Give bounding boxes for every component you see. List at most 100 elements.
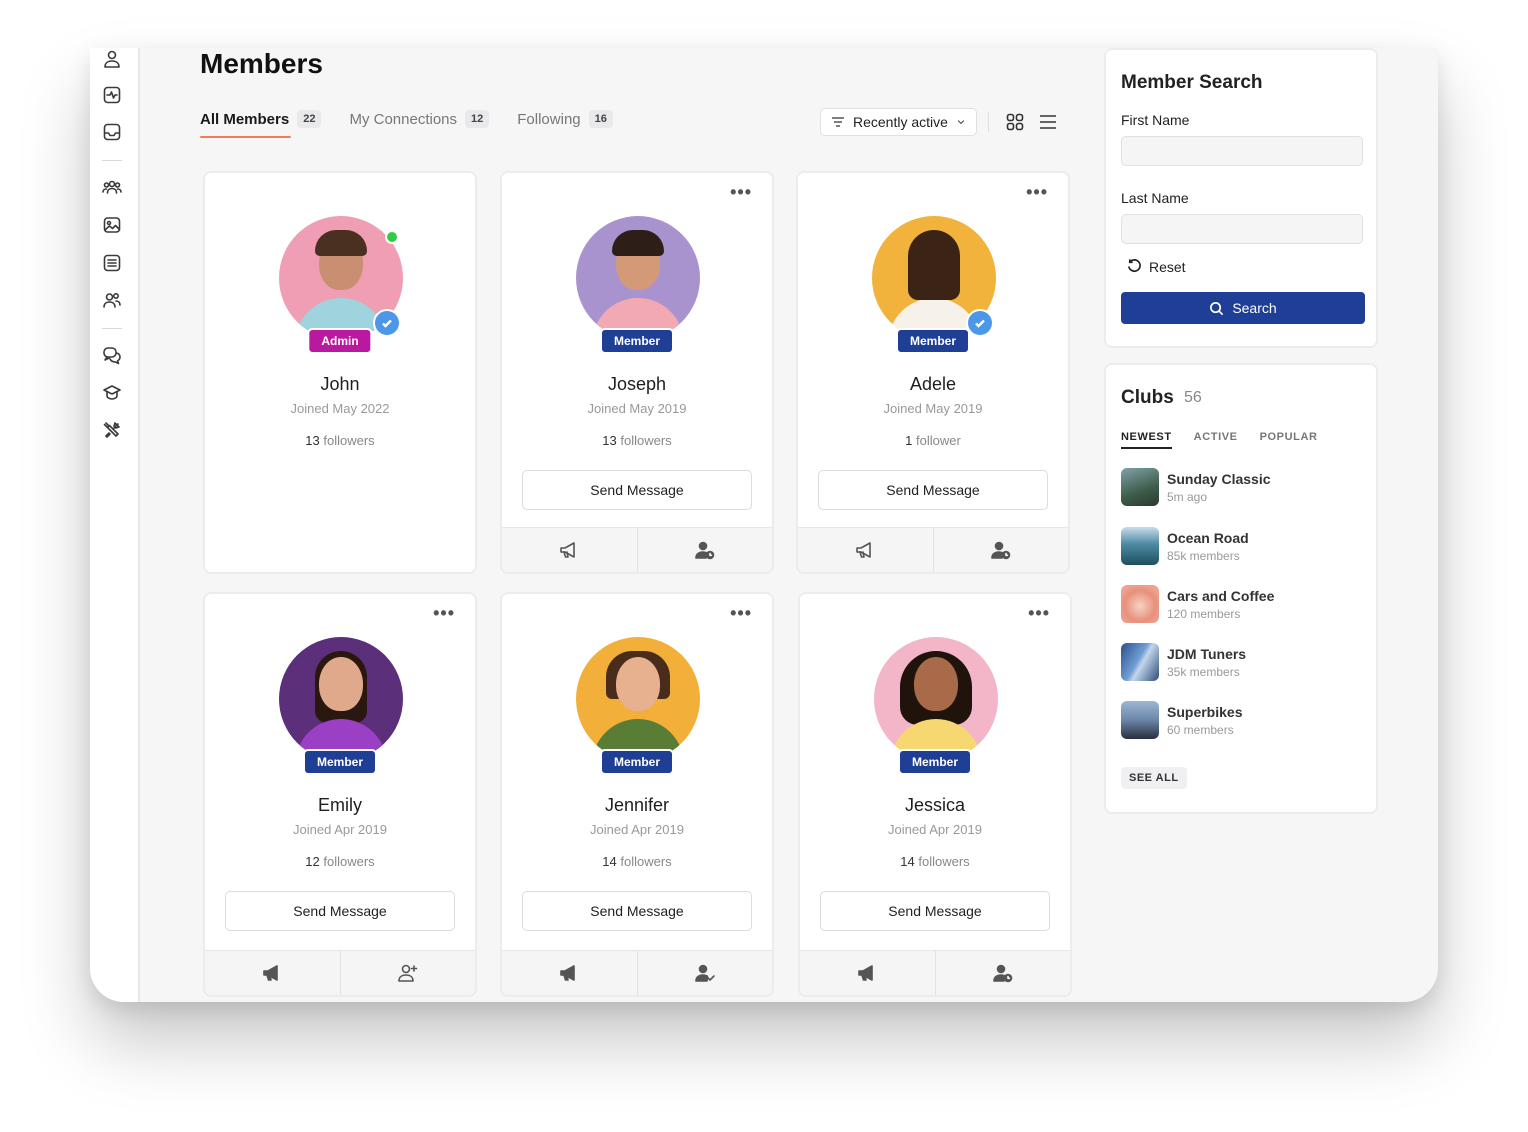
connect-button[interactable]	[636, 951, 773, 995]
member-name[interactable]: John	[205, 374, 475, 395]
groups-icon[interactable]	[101, 176, 123, 198]
tools-icon[interactable]	[101, 419, 123, 441]
send-message-button[interactable]: Send Message	[818, 470, 1048, 510]
club-tabs: NEWEST ACTIVE POPULAR	[1121, 431, 1318, 449]
club-tab-newest[interactable]: NEWEST	[1121, 431, 1172, 449]
joined-date: Joined Apr 2019	[293, 822, 387, 837]
member-name[interactable]: Jennifer	[502, 795, 772, 816]
joined-date: Joined Apr 2019	[888, 822, 982, 837]
inbox-icon[interactable]	[101, 121, 123, 143]
role-badge: Member	[895, 328, 971, 354]
followers-number: 12	[305, 854, 320, 869]
forums-icon[interactable]	[101, 344, 123, 366]
club-item[interactable]: Sunday Classic 5m ago	[1121, 467, 1271, 507]
send-message-button[interactable]: Send Message	[522, 470, 752, 510]
followers-number: 14	[900, 854, 915, 869]
club-item[interactable]: Cars and Coffee 120 members	[1121, 584, 1274, 624]
tab-my-connections[interactable]: My Connections 12	[349, 106, 490, 132]
club-name: Cars and Coffee	[1167, 587, 1275, 604]
followers-count: 1 follower	[798, 433, 1068, 448]
follow-button[interactable]	[800, 951, 935, 995]
club-tab-popular[interactable]: POPULAR	[1260, 431, 1318, 449]
club-name: JDM Tuners	[1167, 645, 1247, 662]
photos-icon[interactable]	[101, 214, 123, 236]
member-card: ••• Member Joseph Joined May 2019 13 fol…	[500, 171, 774, 574]
connections-icon[interactable]	[101, 289, 123, 311]
member-name[interactable]: Adele	[798, 374, 1068, 395]
list-icon[interactable]	[101, 252, 123, 274]
search-button[interactable]: Search	[1121, 292, 1365, 324]
user-check-icon	[694, 964, 715, 982]
club-name: Sunday Classic	[1167, 470, 1271, 487]
club-item[interactable]: JDM Tuners 35k members	[1121, 642, 1246, 682]
reset-button[interactable]: Reset	[1126, 258, 1186, 275]
tab-label: My Connections	[349, 110, 458, 128]
see-all-button[interactable]: SEE ALL	[1121, 767, 1187, 789]
follow-button[interactable]	[205, 951, 340, 995]
club-thumbnail	[1121, 468, 1159, 506]
avatar[interactable]	[279, 637, 403, 761]
grid-view-button[interactable]	[1004, 111, 1026, 133]
followers-word: followers	[620, 433, 672, 448]
more-options-icon[interactable]: •••	[730, 183, 752, 201]
list-view-button[interactable]	[1037, 111, 1059, 133]
clubs-title: Clubs	[1121, 387, 1174, 408]
tab-all-members[interactable]: All Members 22	[200, 106, 322, 138]
more-options-icon[interactable]: •••	[433, 604, 455, 622]
club-thumbnail	[1121, 585, 1159, 623]
send-message-button[interactable]: Send Message	[820, 891, 1050, 931]
club-tab-active[interactable]: ACTIVE	[1194, 431, 1238, 449]
sort-label: Recently active	[853, 114, 948, 130]
toolbar-divider	[988, 112, 989, 132]
followers-count: 13 followers	[205, 433, 475, 448]
follow-button[interactable]	[798, 528, 933, 572]
more-options-icon[interactable]: •••	[1028, 604, 1050, 622]
avatar[interactable]	[576, 216, 700, 340]
courses-icon[interactable]	[101, 382, 123, 404]
member-name[interactable]: Joseph	[502, 374, 772, 395]
role-badge: Member	[599, 749, 675, 775]
last-name-input[interactable]	[1121, 214, 1363, 244]
tab-count: 22	[297, 110, 322, 128]
connect-button[interactable]	[636, 528, 773, 572]
connect-button[interactable]	[934, 951, 1071, 995]
club-thumbnail	[1121, 701, 1159, 739]
verified-icon	[966, 309, 994, 337]
follow-button[interactable]	[502, 528, 637, 572]
sidebar-divider	[102, 160, 122, 161]
send-message-button[interactable]: Send Message	[522, 891, 752, 931]
connect-button[interactable]	[339, 951, 476, 995]
card-actions	[800, 950, 1070, 995]
club-meta: 5m ago	[1167, 489, 1208, 504]
tab-count: 12	[465, 110, 490, 128]
activity-icon[interactable]	[101, 84, 123, 106]
followers-number: 13	[602, 433, 617, 448]
first-name-input[interactable]	[1121, 136, 1363, 166]
club-name: Superbikes	[1167, 703, 1243, 720]
sort-dropdown[interactable]: Recently active	[820, 108, 977, 136]
joined-date: Joined Apr 2019	[590, 822, 684, 837]
followers-word: followers	[323, 433, 375, 448]
club-item[interactable]: Ocean Road 85k members	[1121, 526, 1249, 566]
search-label: Search	[1232, 300, 1277, 316]
tab-following[interactable]: Following 16	[517, 106, 613, 132]
more-options-icon[interactable]: •••	[1026, 183, 1048, 201]
profile-icon[interactable]	[101, 48, 123, 70]
followers-word: followers	[620, 854, 672, 869]
send-message-button[interactable]: Send Message	[225, 891, 455, 931]
member-name[interactable]: Jessica	[800, 795, 1070, 816]
member-card: ••• Member Emily Joined Apr 2019 12 foll…	[203, 592, 477, 997]
more-options-icon[interactable]: •••	[730, 604, 752, 622]
reset-label: Reset	[1149, 258, 1186, 275]
user-add-icon	[397, 964, 418, 982]
follow-button[interactable]	[502, 951, 637, 995]
reset-icon	[1127, 259, 1141, 273]
connect-button[interactable]	[932, 528, 1069, 572]
club-meta: 60 members	[1167, 722, 1234, 737]
avatar[interactable]	[874, 637, 998, 761]
member-name[interactable]: Emily	[205, 795, 475, 816]
followers-number: 1	[905, 433, 913, 448]
avatar[interactable]	[576, 637, 700, 761]
club-item[interactable]: Superbikes 60 members	[1121, 700, 1242, 740]
club-name: Ocean Road	[1167, 529, 1249, 546]
